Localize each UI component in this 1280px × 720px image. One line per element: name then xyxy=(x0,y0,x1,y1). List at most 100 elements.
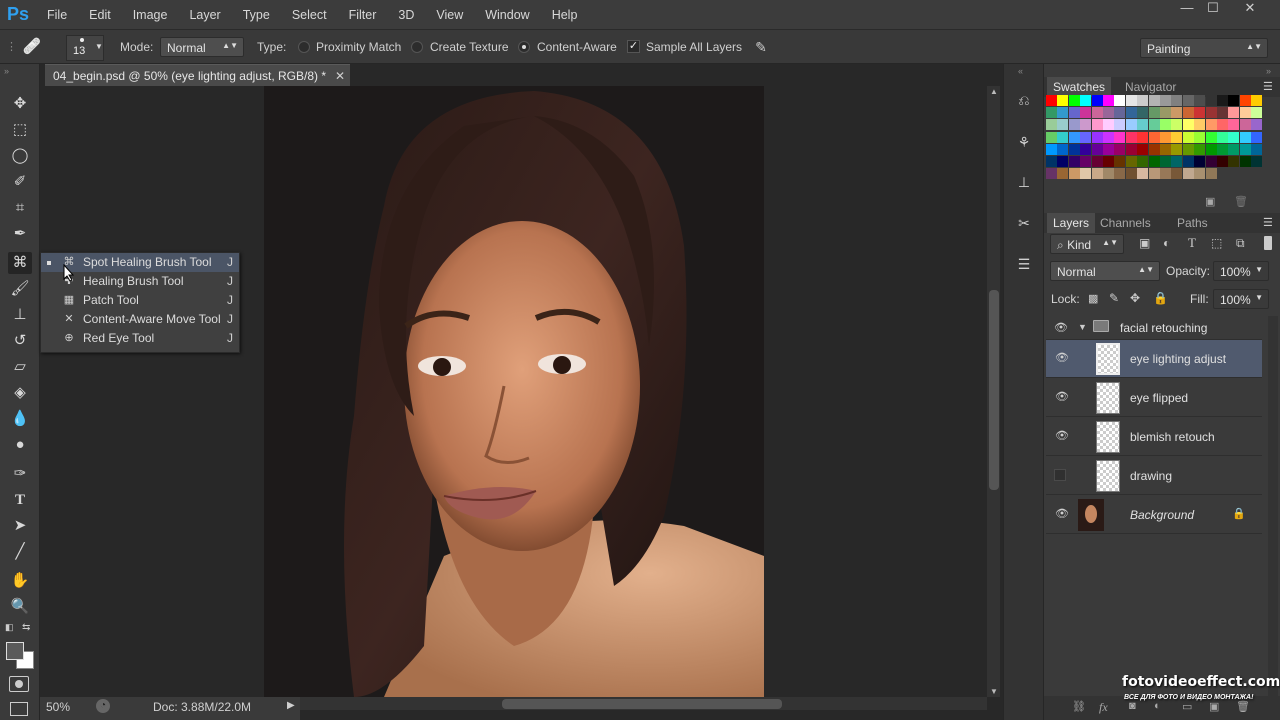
color-swatch[interactable] xyxy=(1194,131,1206,143)
color-swatch[interactable] xyxy=(1228,119,1240,131)
menu-edit[interactable]: Edit xyxy=(78,0,122,30)
color-swatch[interactable] xyxy=(1080,95,1092,106)
menu-image[interactable]: Image xyxy=(122,0,179,30)
menu-help[interactable]: Help xyxy=(541,0,589,30)
quick-mask-icon[interactable] xyxy=(9,676,29,692)
crop-tool-icon[interactable]: ⌗ xyxy=(8,197,32,219)
color-swatch[interactable] xyxy=(1194,143,1206,155)
dodge-tool-icon[interactable]: ● xyxy=(8,434,32,456)
color-swatch[interactable] xyxy=(1239,131,1251,143)
collapse-arrows-icon[interactable]: » xyxy=(4,66,9,76)
menu-type[interactable]: Type xyxy=(232,0,281,30)
color-swatch[interactable] xyxy=(1091,156,1103,167)
color-swatch[interactable] xyxy=(1125,119,1137,131)
color-swatch[interactable] xyxy=(1217,107,1228,119)
line-tool-icon[interactable]: ╱ xyxy=(8,541,32,563)
close-document-icon[interactable]: ✕ xyxy=(335,65,345,87)
color-swatch[interactable] xyxy=(1114,168,1126,180)
color-swatch[interactable] xyxy=(1160,131,1171,143)
color-swatch[interactable] xyxy=(1046,143,1057,155)
color-swatch[interactable] xyxy=(1080,107,1092,119)
path-selection-tool-icon[interactable]: ➤ xyxy=(8,515,32,537)
color-swatch[interactable] xyxy=(1057,131,1069,143)
color-swatch[interactable] xyxy=(1057,168,1069,180)
color-swatch[interactable] xyxy=(1046,95,1057,106)
menu-select[interactable]: Select xyxy=(281,0,338,30)
paint-bucket-tool-icon[interactable]: ◈ xyxy=(8,382,32,404)
history-panel-icon[interactable]: ⎌ xyxy=(1012,89,1036,111)
color-swatch[interactable] xyxy=(1182,143,1194,155)
color-swatch[interactable] xyxy=(1091,168,1103,180)
color-swatch[interactable] xyxy=(1239,143,1251,155)
color-swatch[interactable] xyxy=(1114,95,1126,106)
color-swatch[interactable] xyxy=(1217,131,1228,143)
brush-tool-icon[interactable]: 🖌 xyxy=(8,278,32,300)
color-swatch[interactable] xyxy=(1068,107,1080,119)
adjustments-icon[interactable]: ☰ xyxy=(1012,253,1036,275)
color-swatch[interactable] xyxy=(1137,107,1149,119)
color-swatch[interactable] xyxy=(1217,156,1228,167)
tab-layers[interactable]: Layers xyxy=(1047,213,1096,233)
color-swatch[interactable] xyxy=(1103,131,1114,143)
color-swatch[interactable] xyxy=(1182,107,1194,119)
color-swatch[interactable] xyxy=(1171,168,1183,180)
status-menu-arrow-icon[interactable]: ▶ xyxy=(287,700,295,711)
color-swatch[interactable] xyxy=(1171,131,1183,143)
proximity-match-radio[interactable] xyxy=(298,41,310,53)
eye-icon[interactable]: 👁 xyxy=(1054,321,1068,334)
color-swatch[interactable] xyxy=(1137,143,1149,155)
new-layer-icon[interactable]: ▣ xyxy=(1209,700,1219,713)
color-swatch[interactable] xyxy=(1194,95,1206,106)
spot-healing-tool-icon[interactable]: ⌘ xyxy=(8,252,32,274)
color-swatch[interactable] xyxy=(1251,107,1263,119)
color-swatch[interactable] xyxy=(1137,156,1149,167)
mode-select[interactable]: Normal ▲▼ xyxy=(160,37,244,57)
color-swatch[interactable] xyxy=(1194,168,1206,180)
swap-colors-icon[interactable]: ⇆ xyxy=(22,622,30,633)
color-swatch[interactable] xyxy=(1217,95,1228,106)
panel-menu-icon[interactable]: ☰ xyxy=(1263,216,1273,229)
tab-paths[interactable]: Paths xyxy=(1171,213,1214,233)
color-swatch[interactable] xyxy=(1114,143,1126,155)
flyout-red-eye[interactable]: ⊕ Red Eye Tool J xyxy=(41,329,239,348)
zoom-level[interactable]: 50% xyxy=(46,700,70,714)
color-swatch[interactable] xyxy=(1114,156,1126,167)
eyedropper-tool-icon[interactable]: ✒ xyxy=(8,223,32,245)
blur-tool-icon[interactable]: 💧 xyxy=(8,408,32,430)
color-swatch[interactable] xyxy=(1194,119,1206,131)
layer-style-icon[interactable]: fx xyxy=(1099,700,1108,715)
flyout-patch[interactable]: ▦ Patch Tool J xyxy=(41,291,239,310)
scroll-down-icon[interactable]: ▼ xyxy=(990,687,998,696)
color-swatch[interactable] xyxy=(1194,107,1206,119)
maximize-button[interactable]: ☐ xyxy=(1196,0,1230,18)
type-tool-icon[interactable]: T xyxy=(8,489,32,511)
color-swatch[interactable] xyxy=(1205,143,1217,155)
color-swatch[interactable] xyxy=(1103,156,1114,167)
delete-swatch-icon[interactable]: 🗑 xyxy=(1234,195,1248,208)
color-swatch[interactable] xyxy=(1160,119,1171,131)
color-swatch[interactable] xyxy=(1068,156,1080,167)
color-swatch[interactable] xyxy=(1091,131,1103,143)
filter-shape-icon[interactable]: ⬚ xyxy=(1211,236,1222,250)
color-swatch[interactable] xyxy=(1148,119,1160,131)
color-swatch[interactable] xyxy=(1251,156,1263,167)
color-swatch[interactable] xyxy=(1160,95,1171,106)
status-info-icon[interactable]: ◔ xyxy=(96,699,110,713)
color-swatch[interactable] xyxy=(1046,156,1057,167)
color-swatch[interactable] xyxy=(1239,95,1251,106)
color-swatch[interactable] xyxy=(1137,131,1149,143)
layer-eye-flipped[interactable]: 👁 eye flipped xyxy=(1046,379,1262,417)
color-swatch[interactable] xyxy=(1251,131,1263,143)
color-swatch[interactable] xyxy=(1080,168,1092,180)
menu-layer[interactable]: Layer xyxy=(178,0,231,30)
color-swatch[interactable] xyxy=(1080,119,1092,131)
lock-all-icon[interactable]: 🔒 xyxy=(1153,291,1168,305)
vertical-scroll-thumb[interactable] xyxy=(989,290,999,490)
color-swatch[interactable] xyxy=(1046,168,1057,180)
filter-type-icon[interactable]: T xyxy=(1188,235,1196,251)
foreground-color-swatch[interactable] xyxy=(6,642,24,660)
color-swatch[interactable] xyxy=(1160,143,1171,155)
color-swatch[interactable] xyxy=(1182,119,1194,131)
color-swatch[interactable] xyxy=(1148,131,1160,143)
spot-healing-brush-icon[interactable]: 🩹 xyxy=(20,36,44,58)
